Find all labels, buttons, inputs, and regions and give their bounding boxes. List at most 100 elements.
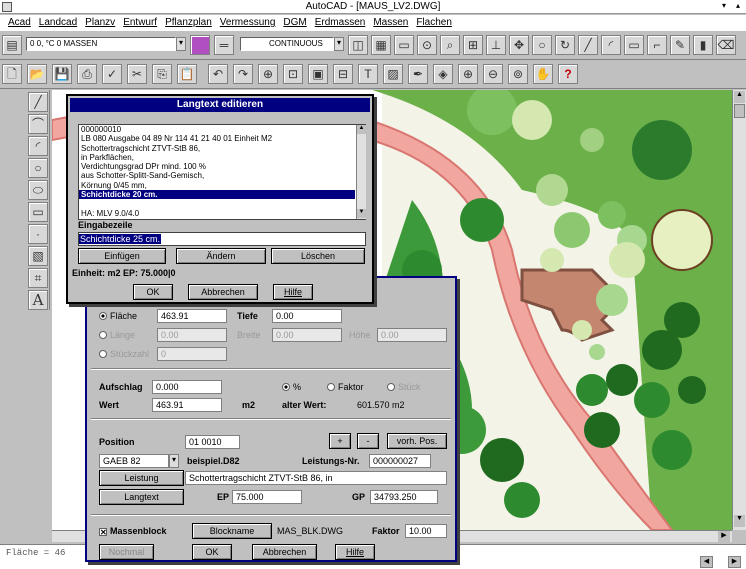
langtext-line[interactable]: in Parkflächen,	[79, 153, 355, 162]
nochmal-button[interactable]: Nochmal	[99, 544, 154, 560]
save-icon[interactable]: 💾	[52, 64, 72, 84]
pen-icon[interactable]: ✒	[408, 64, 428, 84]
maximize-icon[interactable]: ▴	[732, 1, 744, 13]
height-field[interactable]: 0.00	[377, 328, 447, 342]
langtext-line[interactable]: aus Schotter-Splitt-Sand-Gemisch,	[79, 171, 355, 180]
scroll-down-icon[interactable]: ▼	[734, 515, 745, 527]
value-field[interactable]: 463.91	[152, 398, 222, 412]
area-field[interactable]: 463.91	[157, 309, 227, 323]
leistung-field[interactable]: Schottertragschicht ZTVT-StB 86, in	[185, 471, 447, 485]
radio-piece[interactable]: Stück	[387, 382, 421, 392]
mass-block-checkbox[interactable]: ✕ Massenblock	[99, 526, 167, 537]
langtext-line[interactable]: HA: MLV 9.0/4.0	[79, 209, 355, 218]
langtext-list[interactable]: 000000010 LB 080 Ausgabe 04 89 Nr 114 41 …	[78, 124, 366, 220]
print-icon[interactable]: ⎙	[77, 64, 97, 84]
circle-icon[interactable]: ○	[532, 35, 552, 55]
langtext-line[interactable]: Schottertragschicht ZTVT-StB 86,	[79, 144, 355, 153]
pan-icon[interactable]: ✋	[533, 64, 553, 84]
marker-icon[interactable]: ▮	[693, 35, 713, 55]
depth-field[interactable]: 0.00	[272, 309, 342, 323]
menu-item-landcad[interactable]: Landcad	[39, 17, 77, 28]
markup-field[interactable]: 0.000	[152, 380, 222, 394]
lnr-field[interactable]: 000000027	[369, 454, 431, 468]
rectangle-icon[interactable]: ▭	[624, 35, 644, 55]
text-tool-icon[interactable]: A	[28, 290, 48, 310]
point-tool-icon[interactable]: ·	[28, 224, 48, 244]
line-tool-icon[interactable]: ╱	[28, 92, 48, 112]
system-menu-icon[interactable]	[2, 2, 12, 12]
line-icon[interactable]: ╱	[578, 35, 598, 55]
zoom-window-icon[interactable]: ⊡	[283, 64, 303, 84]
radio-length[interactable]: Länge	[99, 330, 135, 340]
scroll-right-icon[interactable]: ▶	[718, 531, 730, 542]
menu-item-erdmassen[interactable]: Erdmassen	[315, 17, 366, 28]
width-field[interactable]: 0.00	[272, 328, 342, 342]
grid-icon[interactable]: ⊞	[463, 35, 483, 55]
open-icon[interactable]: 📂	[27, 64, 47, 84]
scroll-thumb[interactable]	[734, 104, 745, 118]
paste-icon[interactable]: 📋	[177, 64, 197, 84]
minus-button[interactable]: -	[357, 433, 379, 449]
leistung-button[interactable]: Leistung	[99, 470, 184, 486]
osnap-icon[interactable]: ⊙	[417, 35, 437, 55]
ep-field[interactable]: 75.000	[232, 490, 302, 504]
langtext-line[interactable]: LB 080 Ausgabe 04 89 Nr 114 41 21 40 01 …	[79, 134, 355, 143]
layer-dropdown[interactable]: 0 0, °C 0 MASSEN	[26, 37, 176, 51]
mini-scroll-left-icon[interactable]: ◀	[700, 556, 713, 568]
rotate-icon[interactable]: ↻	[555, 35, 575, 55]
factor2-field[interactable]: 10.00	[405, 524, 447, 538]
mass-cancel-button[interactable]: Abbrechen	[252, 544, 317, 560]
scroll-up-icon[interactable]: ▲	[734, 91, 745, 103]
polyline-icon[interactable]: ⌐	[647, 35, 667, 55]
minimize-icon[interactable]: ▾	[718, 1, 730, 13]
count-field[interactable]: 0	[157, 347, 227, 361]
linetype-icon[interactable]: ▭	[394, 35, 414, 55]
catalog-dropdown-icon[interactable]: ▾	[169, 454, 179, 468]
langtext-line[interactable]: Verdichtungsgrad DPr mind. 100 %	[79, 162, 355, 171]
langtext-line[interactable]: Schichtdicke 20 cm.	[79, 190, 355, 200]
snap-icon[interactable]: ⊕	[258, 64, 278, 84]
menu-item-massen[interactable]: Massen	[373, 17, 408, 28]
plus-button[interactable]: +	[329, 433, 351, 449]
langtext-line[interactable]: 000000010	[79, 125, 355, 134]
linetype-dropdown-arrow-icon[interactable]: ▾	[334, 37, 344, 51]
mass-ok-button[interactable]: OK	[192, 544, 232, 560]
mass-help-button[interactable]: Hilfe	[335, 544, 375, 560]
help-icon[interactable]: ?	[558, 64, 578, 84]
mini-scroll-right-icon[interactable]: ▶	[728, 556, 741, 568]
radio-count[interactable]: Stückzahl	[99, 349, 149, 359]
list-scrollbar[interactable]: ▲ ▼	[356, 125, 366, 219]
copy-icon[interactable]: ⎘	[152, 64, 172, 84]
vertical-scrollbar[interactable]: ▲ ▼	[732, 90, 746, 530]
new-icon[interactable]: 🗋	[2, 64, 22, 84]
change-button[interactable]: Ändern	[176, 248, 266, 264]
layers-icon[interactable]: ▤	[2, 35, 22, 55]
cut-icon[interactable]: ✂	[127, 64, 147, 84]
move-icon[interactable]: ✥	[509, 35, 529, 55]
input-line-field[interactable]: Schichtdicke 25 cm.	[78, 232, 366, 246]
spell-icon[interactable]: ✓	[102, 64, 122, 84]
color-swatch-icon[interactable]	[190, 35, 210, 55]
redo-icon[interactable]: ↷	[233, 64, 253, 84]
menu-item-dgm[interactable]: DGM	[283, 17, 306, 28]
previous-position-button[interactable]: vorh. Pos.	[387, 433, 447, 449]
blockname-button[interactable]: Blockname	[192, 523, 272, 539]
undo-icon[interactable]: ↶	[208, 64, 228, 84]
hatch-tool-icon[interactable]: ▧	[28, 246, 48, 266]
menu-item-entwurf[interactable]: Entwurf	[123, 17, 157, 28]
text-icon[interactable]: T	[358, 64, 378, 84]
radio-area[interactable]: Fläche	[99, 311, 137, 321]
position-field[interactable]: 01 0010	[185, 435, 240, 449]
rectangle-tool-icon[interactable]: ▭	[28, 202, 48, 222]
dimension-tool-icon[interactable]: ⌗	[28, 268, 48, 288]
radio-factor[interactable]: Faktor	[327, 382, 364, 392]
zoom-all-icon[interactable]: ⊚	[508, 64, 528, 84]
menu-item-vermessung[interactable]: Vermessung	[220, 17, 276, 28]
help-button[interactable]: Hilfe	[273, 284, 313, 300]
length-field[interactable]: 0.00	[157, 328, 227, 342]
langtext-line[interactable]	[79, 199, 355, 208]
langtext-button[interactable]: Langtext	[99, 489, 184, 505]
list-scroll-up-icon[interactable]: ▲	[357, 125, 366, 134]
menu-item-acad[interactable]: Acad	[8, 17, 31, 28]
block-icon[interactable]: ▣	[308, 64, 328, 84]
